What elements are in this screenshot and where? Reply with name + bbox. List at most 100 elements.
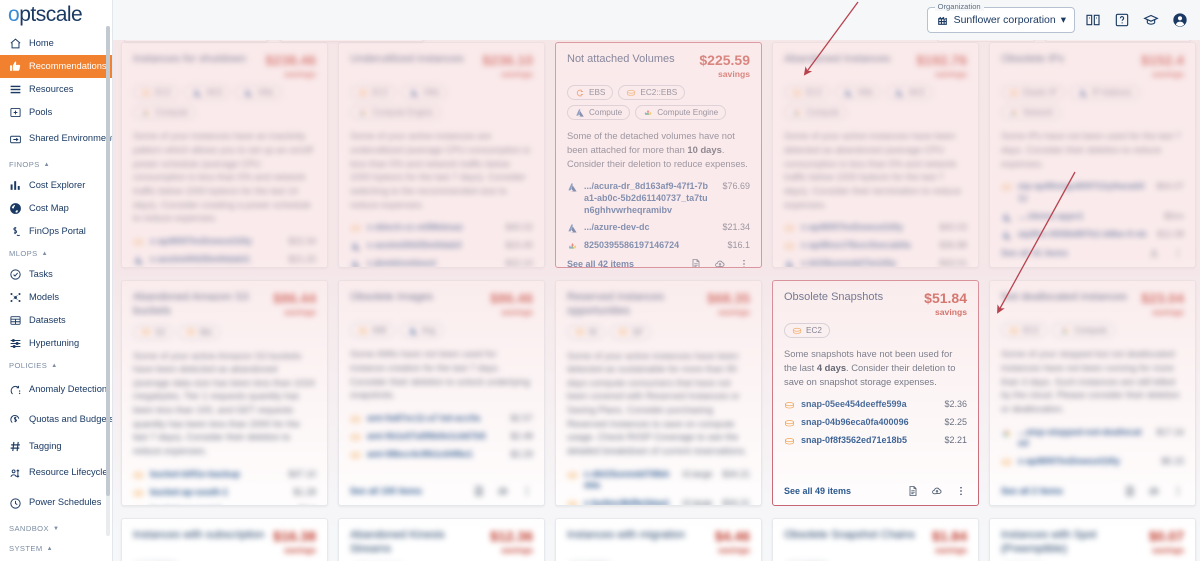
card-chip[interactable]: Network	[1001, 105, 1062, 121]
recommendation-card-abandoned-instances[interactable]: Abandoned Instances $192.76 savings EC2 VMs A…	[772, 42, 979, 268]
sidebar-item-resource-lifecycle[interactable]: Resource Lifecycle	[0, 458, 112, 488]
card-item[interactable]: c-aoxtmi0fd35m0tdabi1 $21.20	[133, 254, 316, 266]
logo[interactable]: optscale	[0, 0, 112, 30]
sidebar-scrollbar-thumb[interactable]	[106, 26, 110, 496]
card-item[interactable]: c-aoxtmi0fd35m0dab3 $24.45	[350, 240, 533, 252]
card-item-name[interactable]: snap-04b96eca0fa400096	[801, 417, 934, 429]
card-item-name[interactable]: snap-0f8f3562ed71e18b5	[801, 435, 934, 447]
recommendation-card-abandoned-amazon-s3-buckets[interactable]: Abandoned Amazon S3 buckets $86.44 savings…	[121, 280, 328, 506]
card-item[interactable]: c-by4mc8bf9e3daa11 t3.large $34.21	[567, 498, 750, 505]
card-item-name[interactable]: bucket-ap-south-1	[150, 487, 283, 499]
card-chip[interactable]: IP Address	[1070, 85, 1140, 101]
card-item-name[interactable]: c-jbmbtnvtdsexl	[367, 258, 495, 267]
more-icon[interactable]	[955, 485, 967, 497]
cloud-icon[interactable]	[1148, 485, 1160, 497]
card-chip[interactable]: Compute Engine	[350, 105, 441, 121]
cloud-icon[interactable]	[931, 485, 943, 497]
sidebar-item-anomaly-detection[interactable]: Anomaly Detection	[0, 375, 112, 405]
more-icon[interactable]	[1172, 485, 1184, 497]
recommendation-card-reserved-instances-opportunities[interactable]: Reserved Instances opportunities $68.35 sa…	[555, 280, 762, 506]
card-item[interactable]: snap-05ee454deeffe599a $2.36	[784, 399, 967, 411]
sidebar-section-sandbox[interactable]: SANDBOX ▼	[0, 518, 112, 538]
card-item-name[interactable]: bucket-b0f1e-backup	[150, 469, 278, 481]
sidebar-item-quotas-and-budgets[interactable]: Quotas and Budgets	[0, 405, 112, 435]
card-item-name[interactable]: c-aoxtmi0fd35m0dab3	[367, 240, 495, 252]
card-item[interactable]: bucket-us-east-1 $0.1	[133, 505, 316, 506]
recommendation-card-instances-with-spot-preemptible[interactable]: Instances with Spot (Preemptible) $0.07 sa…	[989, 518, 1196, 561]
card-chip[interactable]: Elastic IP	[1001, 85, 1066, 101]
card-chip[interactable]: VMs	[400, 85, 448, 101]
card-item-name[interactable]: bucket-us-east-1	[150, 505, 288, 506]
card-item-name[interactable]: c-aoxtmi0fd35m0tdabi1	[150, 254, 278, 266]
card-item-name[interactable]: ami-0a87ec11-a7-bd-acc0a	[367, 413, 500, 425]
card-chip[interactable]: AKS	[183, 85, 231, 101]
card-item[interactable]: c-jbmbtnvtdsexl $22.10	[350, 258, 533, 267]
sidebar-item-recommendations[interactable]: Recommendations	[0, 55, 112, 78]
recommendation-card-not-attached-volumes[interactable]: Not attached Volumes $225.59 savings EBS EC2…	[555, 42, 762, 268]
card-chip[interactable]: Compute	[784, 105, 848, 121]
card-item[interactable]: c-api8097hnDowsxt1t0y $5.15	[1001, 456, 1184, 468]
card-chip[interactable]: Bkt	[178, 324, 220, 340]
sidebar-item-hypertuning[interactable]: Hypertuning	[0, 332, 112, 355]
chevron-icon[interactable]: ▲	[47, 546, 53, 552]
see-all-link[interactable]: See all 49 items	[784, 486, 851, 496]
sidebar-scrollbar[interactable]	[106, 26, 110, 536]
cloud-icon[interactable]	[497, 485, 509, 497]
card-item[interactable]: c-api8097hnDowsxt1t0y $22.34	[133, 236, 316, 248]
card-chip[interactable]: EC2::EBS	[618, 85, 686, 101]
card-chip[interactable]: EC2	[1001, 323, 1047, 339]
more-icon[interactable]	[738, 258, 750, 267]
card-item[interactable]: ...stop-stopped-not-deallocated $17.16	[1001, 427, 1184, 450]
help-icon[interactable]	[1114, 12, 1130, 28]
organization-selector[interactable]: Organization Sunflower corporation ▾	[926, 2, 1075, 33]
sidebar-item-cost-map[interactable]: Cost Map	[0, 197, 112, 220]
card-item-name[interactable]: ...stop-stopped-not-deallocated	[1018, 427, 1146, 450]
card-chip[interactable]: Compute Engine	[635, 105, 727, 121]
account-icon[interactable]	[1172, 12, 1188, 28]
card-item[interactable]: snap-0f8f3562ed71e18b5 $2.21	[784, 435, 967, 447]
sidebar-item-power-schedules[interactable]: Power Schedules	[0, 488, 112, 518]
card-item[interactable]: bucket-ap-south-1 $1.28	[133, 487, 316, 499]
sidebar-item-resources[interactable]: Resources	[0, 78, 112, 101]
card-item-name[interactable]: c-api8097hnDowsxt1t0y	[801, 222, 929, 234]
card-chip[interactable]: Img	[399, 323, 444, 339]
recommendation-card-abandoned-kinesis-streams[interactable]: Abandoned Kinesis Streams$12.36savingsKi…	[338, 518, 545, 561]
sidebar-item-finops-portal[interactable]: FinOps Portal	[0, 220, 112, 243]
doc-icon[interactable]	[1124, 485, 1136, 497]
card-item[interactable]: ami-0a87ec11-a7-bd-acc0a $2.57	[350, 413, 533, 425]
card-item[interactable]: ami-08bcc4c9fb1c64f6e1 $2.29	[350, 449, 533, 461]
sidebar-section-finops[interactable]: FINOPS ▲	[0, 154, 112, 174]
sidebar-section-system[interactable]: SYSTEM ▲	[0, 538, 112, 558]
recommendation-card-obsolete-snapshot-chains[interactable]: Obsolete Snapshot Chains$1.84savingsEC2	[772, 518, 979, 561]
card-item[interactable]: ami-0b1e07a5f6b0e1cb67b5 $2.48	[350, 431, 533, 443]
card-chip[interactable]: Compute	[1051, 323, 1116, 339]
card-item[interactable]: 8250395586197146724 $16.1	[567, 240, 750, 252]
card-chip[interactable]: EBS	[567, 85, 614, 101]
card-item-name[interactable]: c-ddxch-cc-m5Mebsaz	[367, 222, 495, 234]
more-icon[interactable]	[1172, 247, 1184, 259]
recommendation-card-underutilized-instances[interactable]: Underutilized instances $236.10 savings EC2…	[338, 42, 545, 268]
card-item[interactable]: .../azure-dev-dc $21.34	[567, 222, 750, 234]
chevron-icon[interactable]: ▲	[44, 162, 50, 168]
card-chip[interactable]: SP	[610, 324, 652, 340]
sidebar-section-policies[interactable]: POLICIES ▲	[0, 355, 112, 375]
docs-icon[interactable]	[1085, 12, 1101, 28]
card-item[interactable]: c-ddxch-cc-m5Mebsaz $40.02	[350, 222, 533, 234]
card-item-name[interactable]: ami-0b1e07a5f6b0e1cb67b5	[367, 431, 500, 443]
chevron-icon[interactable]: ▼	[53, 526, 59, 532]
sidebar-item-pools[interactable]: Pools	[0, 101, 112, 124]
card-item-name[interactable]: eip-api8hmgo8097t1ty0wzab01z	[1018, 181, 1146, 204]
card-item-name[interactable]: 8250395586197146724	[584, 240, 717, 252]
card-chip[interactable]: EC2	[784, 323, 830, 339]
card-item-name[interactable]: snap-05ee454deeffe599a	[801, 399, 934, 411]
card-item[interactable]: c-api8097hnDowsxt1t0y $40.03	[784, 222, 967, 234]
card-item-name[interactable]: c-dbl15unmdd7t8bhdda	[584, 469, 672, 492]
card-item-name[interactable]: c-api8hxci78svc5xecab0a	[801, 240, 929, 252]
cloud-icon[interactable]	[714, 258, 726, 267]
sidebar-item-cost-explorer[interactable]: Cost Explorer	[0, 174, 112, 197]
card-item-name[interactable]: c-by4mc8bf9e3daa11	[584, 498, 672, 505]
card-item-name[interactable]: ..../demo-appv1	[1018, 211, 1154, 223]
sidebar-item-datasets[interactable]: Datasets	[0, 309, 112, 332]
card-chip[interactable]: RI	[567, 324, 606, 340]
doc-icon[interactable]	[473, 485, 485, 497]
